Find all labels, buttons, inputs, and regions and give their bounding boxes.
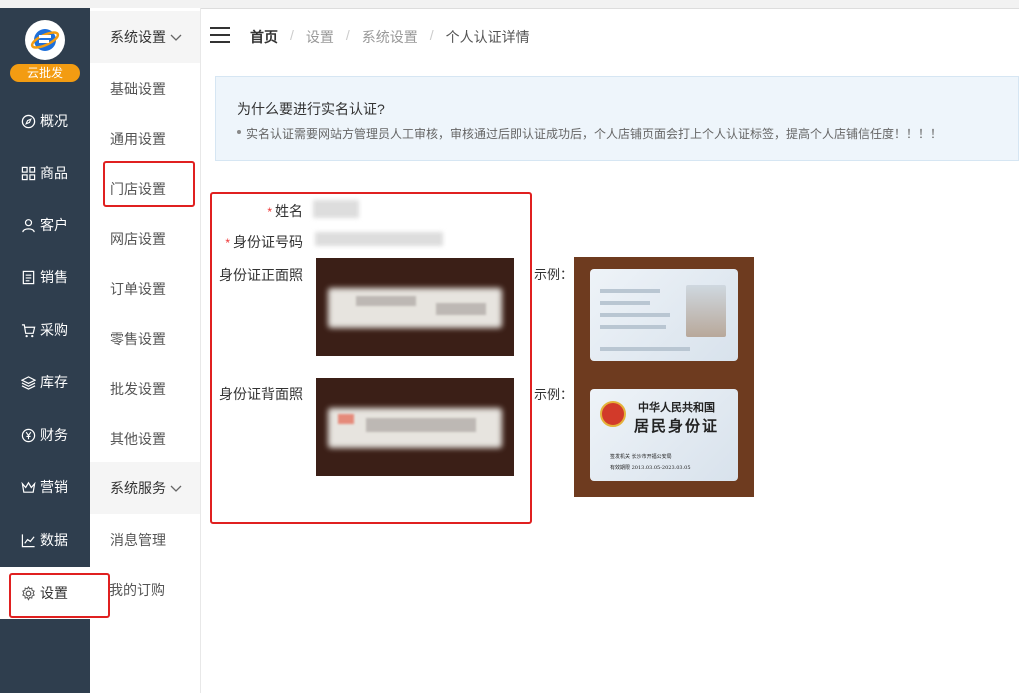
highlight-id-info	[210, 192, 532, 524]
nav-label: 销售	[40, 269, 68, 285]
submenu-my-subscriptions[interactable]: 我的订购	[109, 580, 165, 600]
submenu-order-settings[interactable]: 订单设置	[110, 279, 166, 299]
crown-icon	[20, 479, 36, 495]
menu-toggle-icon[interactable]	[210, 27, 230, 43]
nav-purchase[interactable]: 采购	[0, 304, 90, 356]
logo[interactable]: 云批发	[0, 8, 90, 86]
example-card-validity: 有效期限 2013.03.05-2023.03.05	[610, 465, 691, 471]
example-back-label: 示例：	[534, 387, 574, 402]
compass-icon	[20, 113, 36, 129]
example-id-card-image: 中华人民共和国 居民身份证 签发机关 长沙市开福公安局 有效期限 2013.03…	[574, 257, 754, 497]
example-card-authority: 签发机关 长沙市开福公安局	[610, 454, 672, 460]
nav-label: 采购	[40, 322, 68, 338]
submenu-retail-settings[interactable]: 零售设置	[110, 329, 166, 349]
example-id-front	[590, 269, 738, 361]
document-icon	[20, 269, 36, 285]
nav-products[interactable]: 商品	[0, 147, 90, 199]
nav-label: 商品	[40, 165, 68, 181]
nav-customers[interactable]: 客户	[0, 199, 90, 251]
nav-inventory[interactable]: 库存	[0, 356, 90, 408]
submenu-other-settings[interactable]: 其他设置	[110, 429, 166, 449]
notice-detail: 实名认证需要网站方管理员人工审核，审核通过后即认证成功后，个人店铺页面会打上个人…	[236, 127, 943, 141]
submenu-online-store-settings[interactable]: 网店设置	[110, 229, 166, 249]
breadcrumb-settings[interactable]: 设置	[306, 27, 334, 47]
example-card-title: 中华人民共和国	[638, 401, 715, 414]
submenu-message-management[interactable]: 消息管理	[110, 530, 166, 550]
submenu-group-system-settings[interactable]: 系统设置	[90, 11, 200, 63]
logo-text: 云批发	[10, 64, 80, 82]
nav-label: 概况	[40, 113, 68, 129]
submenu-wholesale-settings[interactable]: 批发设置	[110, 379, 166, 399]
user-icon	[20, 217, 36, 233]
highlight-settings-nav	[9, 573, 110, 618]
nav-finance[interactable]: 财务	[0, 409, 90, 461]
nav-label: 财务	[40, 427, 68, 443]
yen-icon	[20, 427, 36, 443]
chart-icon	[20, 532, 36, 548]
chevron-down-icon	[170, 29, 182, 45]
nav-label: 客户	[40, 217, 68, 233]
highlight-store-settings	[103, 161, 195, 207]
nav-overview[interactable]: 概况	[0, 95, 90, 147]
submenu-group-system-services[interactable]: 系统服务	[90, 462, 200, 514]
submenu-general-settings[interactable]: 通用设置	[110, 129, 166, 149]
nav-label: 库存	[40, 374, 68, 390]
example-card-subtitle: 居民身份证	[634, 417, 720, 435]
layers-icon	[20, 374, 36, 390]
info-notice: 为什么要进行实名认证? 实名认证需要网站方管理员人工审核，审核通过后即认证成功后…	[215, 76, 1019, 161]
national-emblem-icon	[600, 401, 626, 427]
notice-question: 为什么要进行实名认证?	[237, 101, 385, 117]
cart-icon	[20, 322, 36, 338]
breadcrumb-current: 个人认证详情	[445, 29, 530, 45]
example-id-back: 中华人民共和国 居民身份证 签发机关 长沙市开福公安局 有效期限 2013.03…	[590, 389, 738, 481]
nav-data[interactable]: 数据	[0, 514, 90, 566]
breadcrumb-system-settings[interactable]: 系统设置	[362, 27, 418, 47]
breadcrumb: 首页 / 设置 / 系统设置 / 个人认证详情	[250, 27, 530, 47]
example-front-label: 示例：	[534, 267, 574, 282]
nav-label: 营销	[40, 479, 68, 495]
chevron-down-icon	[170, 480, 182, 496]
breadcrumb-home[interactable]: 首页	[250, 27, 278, 47]
nav-sales[interactable]: 销售	[0, 251, 90, 303]
nav-label: 数据	[40, 532, 68, 548]
grid-icon	[20, 165, 36, 181]
submenu-basic-settings[interactable]: 基础设置	[110, 79, 166, 99]
logo-icon	[25, 20, 65, 60]
nav-marketing[interactable]: 营销	[0, 461, 90, 513]
